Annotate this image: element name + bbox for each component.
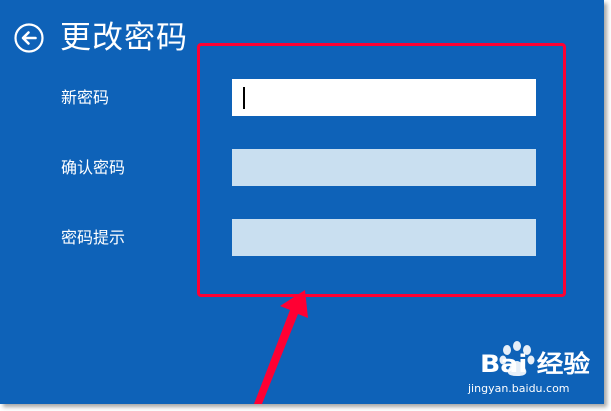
confirm-password-input[interactable] xyxy=(232,149,536,186)
watermark-url: jingyan.baidu.com xyxy=(467,382,570,395)
baidu-jingyan-watermark: Bai 经验 jingyan.baidu.com xyxy=(467,341,590,395)
password-hint-label: 密码提示 xyxy=(61,228,126,247)
page-title: 更改密码 xyxy=(60,20,188,56)
back-arrow-icon[interactable] xyxy=(14,23,44,53)
watermark-brand: Bai 经验 xyxy=(480,350,590,378)
new-password-input[interactable] xyxy=(232,79,536,116)
new-password-label: 新密码 xyxy=(61,88,110,107)
annotation-arrow-icon xyxy=(254,290,308,404)
page-header: 更改密码 xyxy=(14,18,188,58)
confirm-password-label: 确认密码 xyxy=(61,158,126,177)
password-hint-input[interactable] xyxy=(232,219,536,256)
change-password-screen: 更改密码 新密码 确认密码 密码提示 Bai 经验 jingyan.baidu.… xyxy=(0,0,604,404)
